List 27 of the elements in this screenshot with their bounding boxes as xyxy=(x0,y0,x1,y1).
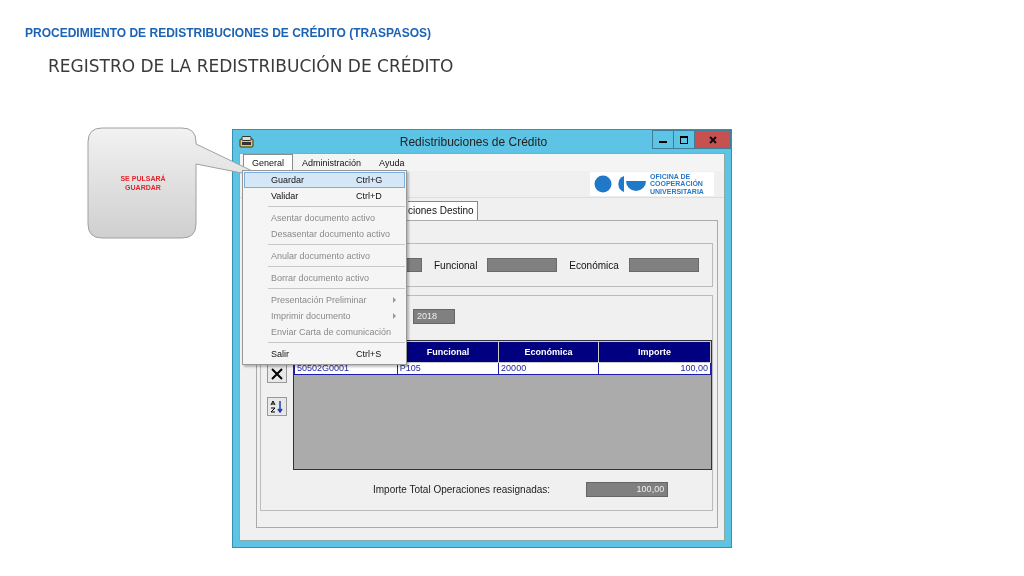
year-field[interactable]: 2018 xyxy=(413,309,455,324)
delete-icon xyxy=(271,367,283,380)
total-label: Importe Total Operaciones reasignadas: xyxy=(373,484,551,495)
close-icon xyxy=(708,135,717,144)
menu-item[interactable]: Guardar Ctrl+G xyxy=(244,172,405,188)
total-field: 100,00 xyxy=(586,482,669,497)
maximize-icon xyxy=(680,135,688,144)
slide-heading: PROCEDIMIENTO DE REDISTRIBUCIONES DE CRÉDITO (TRASPASOS) xyxy=(25,26,432,40)
logo-mark-icon xyxy=(594,175,646,193)
field-label: Económica xyxy=(569,259,619,271)
menu-bar-item[interactable]: Ayuda xyxy=(370,154,414,171)
input-field[interactable] xyxy=(628,258,699,272)
sort-button[interactable] xyxy=(267,397,287,416)
minimize-button[interactable] xyxy=(652,130,674,149)
slide-subheading: REGISTRO DE LA REDISTRIBUCIÓN DE CRÉDITO xyxy=(48,56,454,76)
window-title: Redistribuciones de Crédito xyxy=(398,134,549,149)
close-button[interactable] xyxy=(694,130,731,149)
input-field[interactable] xyxy=(487,258,558,272)
app-icon xyxy=(239,135,254,148)
maximize-button[interactable] xyxy=(673,130,695,149)
menu-item[interactable]: Validar Ctrl+D xyxy=(244,188,405,204)
field-label: Funcional xyxy=(434,259,478,271)
column-header[interactable]: Económica xyxy=(498,341,599,363)
column-header[interactable]: Importe xyxy=(598,341,711,363)
sort-icon xyxy=(270,400,284,413)
tab[interactable]: ciones Destino xyxy=(408,201,478,220)
menu-bar-item[interactable]: Administración xyxy=(293,154,371,171)
